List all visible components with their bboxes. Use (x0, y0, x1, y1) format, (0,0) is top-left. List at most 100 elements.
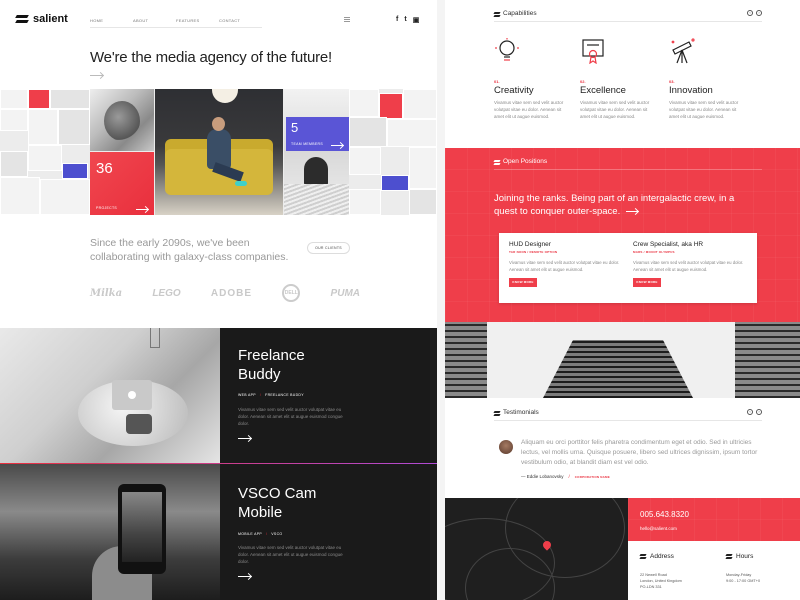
phone-number[interactable]: 005.643.8320 (640, 510, 689, 519)
project-title: VSCO Cam Mobile (238, 484, 316, 522)
salient-mark-icon (640, 554, 646, 559)
salient-mark-icon (726, 554, 732, 559)
mosaic-tile (349, 89, 379, 117)
logo[interactable]: salient (16, 13, 68, 25)
project-vsco-cam[interactable]: VSCO Cam Mobile MOBILE APP / VSCO Vivamu… (0, 464, 437, 600)
avatar (499, 440, 513, 454)
twitter-icon[interactable]: t (404, 16, 406, 24)
nav-item-features[interactable]: FEATURES (176, 18, 219, 27)
meta-separator: / (568, 474, 570, 479)
chair-shape (304, 157, 328, 187)
certificate-icon (580, 38, 606, 65)
building-photo (445, 322, 800, 398)
project-tag: MOBILE APP (238, 532, 263, 536)
man-on-sofa-photo (155, 89, 283, 215)
capability-number: 02. (580, 79, 586, 84)
location-map[interactable] (445, 498, 628, 600)
hours-block: Hours Monday-Friday 9:00 - 17:00 GMT+0 (714, 541, 800, 600)
tower-shape (543, 340, 693, 398)
prev-icon[interactable]: ‹ (747, 10, 753, 16)
arrow-right-icon[interactable] (238, 438, 251, 439)
project-description: Vivamus vitae sem sed velit auctor volut… (238, 407, 343, 426)
hamburger-menu-icon[interactable] (344, 17, 350, 22)
capability-desc: Vivamus vitae sem sed velit auctor volut… (494, 100, 564, 119)
capability-excellence: 02. Excellence Vivamus vitae sem sed vel… (580, 38, 655, 120)
mosaic-tile (50, 89, 90, 109)
team-label: TEAM MEMBERS (291, 142, 323, 146)
mosaic-tile (40, 179, 90, 215)
projects-stat-card[interactable]: 36 PROJECTS (90, 152, 154, 215)
next-icon[interactable]: › (756, 409, 762, 415)
hours-heading-text: Hours (736, 553, 754, 560)
team-stat-card[interactable]: 5 TEAM MEMBERS (286, 117, 349, 151)
job-location: TAR NOON / REMOTE OPTION (509, 250, 558, 254)
client-logo-puma[interactable]: PUMA (331, 288, 360, 299)
client-logo-lego[interactable]: LEGO (152, 288, 180, 299)
project-tag: VSCO (271, 532, 283, 536)
arrow-right-icon (331, 145, 343, 146)
project-tag: WEB APP (238, 393, 256, 397)
next-icon[interactable]: › (756, 10, 762, 16)
open-positions-section: Open Positions Joining the ranks. Being … (445, 148, 800, 322)
hero-arrow-icon[interactable] (90, 75, 103, 76)
main-nav: HOME ABOUT FEATURES CONTACT (90, 18, 262, 28)
arrow-right-icon[interactable] (626, 210, 639, 212)
section-title: Testimonials (503, 409, 539, 416)
arrow-right-icon[interactable] (238, 576, 251, 577)
mosaic-tile (0, 89, 28, 109)
prev-icon[interactable]: ‹ (747, 409, 753, 415)
nav-item-home[interactable]: HOME (90, 18, 133, 27)
capability-number: 03. (669, 79, 675, 84)
lamp-shape (150, 328, 160, 348)
mosaic-tile (403, 89, 437, 119)
team-count: 5 (291, 120, 299, 135)
apple-logo-icon (128, 391, 136, 399)
arrow-right-icon (136, 209, 148, 210)
our-clients-button[interactable]: OUR CLIENTS (307, 242, 350, 254)
email-link[interactable]: hello@salient.com (640, 526, 677, 531)
project-freelance-buddy[interactable]: Freelance Buddy WEB APP / FREELANCE BUDD… (0, 328, 437, 464)
telescope-icon (669, 38, 695, 64)
client-logo-adobe[interactable]: ADOBE (211, 288, 252, 299)
project-title-line1: VSCO Cam (238, 485, 317, 502)
jobs-card: HUD Designer TAR NOON / REMOTE OPTION Vi… (499, 233, 757, 303)
logo-text: salient (33, 13, 68, 25)
homepage-preview: salient HOME ABOUT FEATURES CONTACT f t … (0, 0, 437, 600)
hero-title: We're the media agency of the future! (90, 49, 332, 66)
contact-details: 005.643.8320 hello@salient.com (628, 498, 800, 541)
client-logo-dell[interactable]: DELL (282, 284, 301, 302)
lightbulb-icon (494, 38, 520, 64)
nav-item-contact[interactable]: CONTACT (219, 18, 262, 27)
address-lines: 22 Newell Road London, United Kingdom PO… (640, 572, 682, 590)
capability-creativity: 01. Creativity Vivamus vitae sem sed vel… (494, 38, 569, 120)
capability-number: 01. (494, 79, 500, 84)
nav-item-about[interactable]: ABOUT (133, 18, 176, 27)
job-title: Crew Specialist, aka HR (633, 241, 704, 248)
project-image (0, 464, 220, 600)
site-header: salient HOME ABOUT FEATURES CONTACT f t … (0, 0, 437, 42)
project-title-line2: Mobile (238, 504, 283, 521)
projects-label: PROJECTS (96, 206, 118, 210)
know-more-button[interactable]: KNOW MORE (633, 278, 661, 287)
sections-preview: Capabilities ‹ › 01. Creativity Vivamus … (437, 0, 800, 600)
job-location-secondary: MOUNT OLYMPUS (645, 250, 675, 254)
positions-intro: Joining the ranks. Being part of an inte… (494, 192, 754, 218)
project-title-line1: Freelance (238, 347, 305, 364)
job-description: Vivamus vitae sem sed velit auctor volut… (509, 260, 620, 272)
instagram-icon[interactable]: ▣ (413, 16, 420, 24)
client-logo-milka[interactable]: Milka (90, 288, 122, 299)
clients-intro: Since the early 2090s, we've been collab… (90, 237, 289, 263)
tower-shape (735, 322, 800, 398)
know-more-button[interactable]: KNOW MORE (509, 278, 537, 287)
capability-desc: Vivamus vitae sem sed velit auctor volut… (669, 100, 739, 119)
tag-separator: / (259, 393, 262, 397)
tower-shape (445, 322, 487, 398)
mosaic-tile (62, 163, 88, 179)
positions-header: Open Positions (494, 158, 762, 170)
tag-separator: / (266, 532, 268, 536)
section-title: Open Positions (503, 158, 548, 165)
capability-desc: Vivamus vitae sem sed velit auctor volut… (580, 100, 650, 119)
facebook-icon[interactable]: f (396, 16, 398, 24)
floor-stripes (284, 184, 349, 215)
address-line: PO-LDN 331 (640, 585, 662, 589)
